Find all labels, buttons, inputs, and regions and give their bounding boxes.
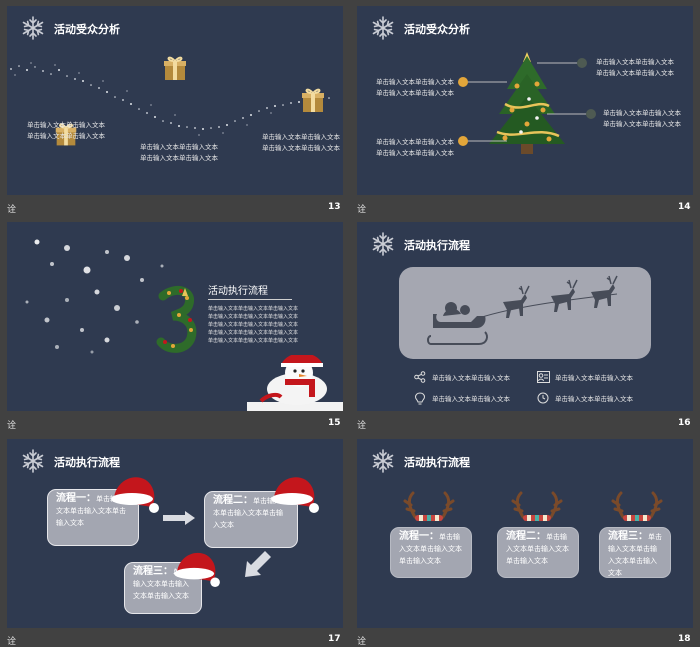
reindeer-antlers-icon (611, 491, 663, 523)
footer-mark: 诠 (7, 421, 17, 431)
text-block: 单击输入文本单击输入文本单击输入文本 单击输入文本单击输入文本单击输入文本 单击输入… (208, 306, 299, 344)
number-three-wreath-icon (156, 285, 197, 353)
slide-title: 活动执行流程 (54, 456, 120, 469)
snowflake-icon (372, 449, 394, 473)
slide-number: 18 (678, 634, 691, 644)
slide-number: 15 (328, 418, 341, 428)
footer-mark: 诠 (357, 205, 367, 215)
user-card-icon (537, 371, 550, 383)
text-block: 单击输入文本单击输入文本 单击输入文本单击输入文本 (596, 58, 674, 77)
step-label: 流程二： (506, 531, 546, 542)
slide-title: 活动执行流程 (404, 456, 470, 469)
sleigh-reindeer-silhouette (427, 275, 618, 345)
gift-icon (301, 88, 325, 113)
text-block: 单击输入文本单击输入文本 单击输入文本单击输入文本 (376, 78, 454, 97)
step-label: 流程一： (56, 493, 96, 504)
slide-number: 17 (328, 634, 341, 644)
arrow-down-left-icon (245, 551, 271, 577)
footer-mark: 诠 (7, 637, 17, 647)
step-box-1: 流程一：单击输入文本单击输入文本单击输入文本 (390, 527, 472, 578)
slide-13[interactable]: 活动受众分析 单击输入文本单击输入文本 单击输入文本单击输入文本 单击输入文本单击… (7, 6, 343, 195)
list-item: 单击输入文本单击输入文本 (432, 374, 510, 382)
snowman-icon (259, 355, 327, 405)
snowflake-icon (22, 16, 44, 40)
text-block: 单击输入文本单击输入文本 单击输入文本单击输入文本 (376, 138, 454, 157)
text-block: 单击输入文本单击输入文本 单击输入文本单击输入文本 (140, 143, 218, 162)
slide-16[interactable]: 活动执行流程 单击输入文本单击输入文本 单击输入文本单击输入文本 单击输入文本单… (357, 222, 693, 411)
footer-mark: 诠 (7, 205, 17, 215)
text-block: 单击输入文本单击输入文本 单击输入文本单击输入文本 (262, 133, 340, 152)
santa-hat-icon (111, 477, 159, 513)
slide-number: 16 (678, 418, 691, 428)
reindeer-antlers-icon (511, 491, 563, 523)
step-label: 流程二： (213, 495, 253, 506)
footer-mark: 诠 (357, 637, 367, 647)
slide-number: 14 (678, 202, 691, 212)
slide-15[interactable]: 活动执行流程 单击输入文本单击输入文本单击输入文本 单击输入文本单击输入文本单击输… (7, 222, 343, 411)
list-item: 单击输入文本单击输入文本 (555, 395, 633, 403)
slide-title: 活动受众分析 (54, 23, 120, 36)
text-block: 单击输入文本单击输入文本 单击输入文本单击输入文本 (27, 121, 105, 140)
lightbulb-icon (414, 392, 426, 405)
reindeer-antlers-icon (403, 491, 455, 523)
snowflake-icon (22, 449, 44, 473)
slide-17[interactable]: 活动执行流程 流程一：单击输入文本单击输入文本单击输入文本 流程二：单击输入文本… (7, 439, 343, 628)
share-icon (414, 371, 426, 383)
slide-14[interactable]: 活动受众分析 单击输入文本单击输入文本 单击输入文本单击输入文本 单击输入文本单击… (357, 6, 693, 195)
santa-hat-icon (174, 552, 220, 587)
step-box-3: 流程三：单击输入文本单击输入文本单击输入文本 (599, 527, 671, 578)
step-label: 流程一： (399, 531, 439, 542)
clock-icon (537, 392, 549, 404)
list-item: 单击输入文本单击输入文本 (432, 395, 510, 403)
snowflake-icon (372, 232, 394, 256)
connector-lines (458, 58, 596, 146)
gift-icon (163, 56, 187, 81)
arrow-right-icon (163, 511, 195, 525)
slide-title: 活动执行流程 (208, 286, 268, 297)
santa-hat-icon (271, 477, 319, 513)
slide-title: 活动执行流程 (404, 239, 470, 252)
slide-number: 13 (328, 202, 341, 212)
step-box-2: 流程二：单击输入文本单击输入文本单击输入文本 (497, 527, 579, 578)
text-block: 单击输入文本单击输入文本 单击输入文本单击输入文本 (603, 109, 681, 128)
step-label: 流程三： (133, 566, 173, 577)
list-item: 单击输入文本单击输入文本 (555, 374, 633, 382)
title-underline (208, 299, 292, 300)
footer-mark: 诠 (357, 421, 367, 431)
step-label: 流程三： (608, 531, 648, 542)
slide-18[interactable]: 活动执行流程 流程一：单击输入文本单击输入文本单击输入文本 流程二：单击输入文本… (357, 439, 693, 628)
